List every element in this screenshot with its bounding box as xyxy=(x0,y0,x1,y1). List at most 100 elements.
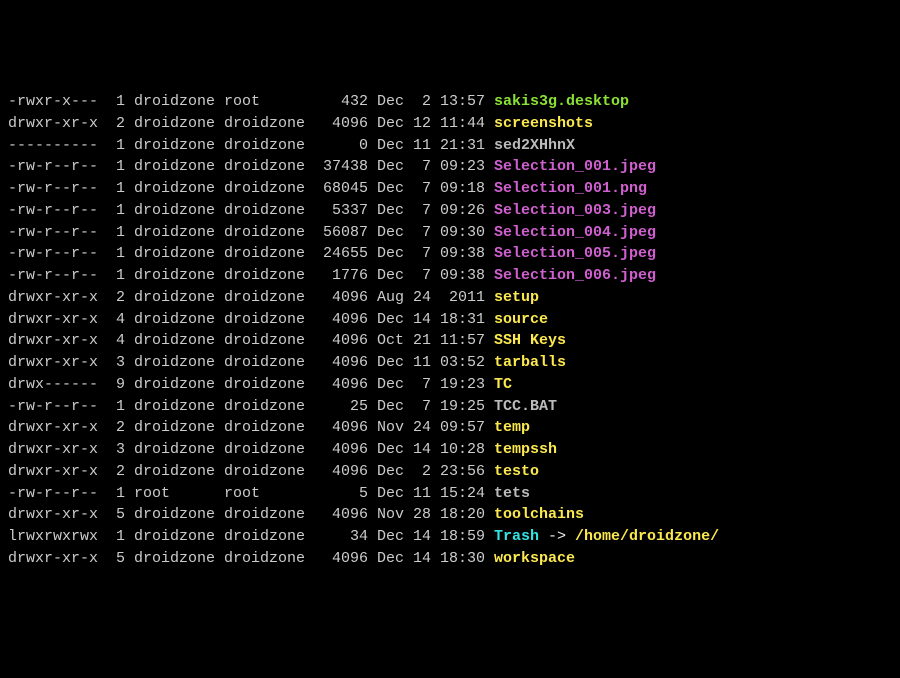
file-owner: droidzone xyxy=(125,222,215,244)
file-date-day: 21 xyxy=(404,330,431,352)
file-date-month: Dec xyxy=(368,461,404,483)
file-date-day: 11 xyxy=(404,135,431,157)
file-owner: root xyxy=(125,483,215,505)
ls-row: drwxr-xr-x 5 droidzone droidzone 4096 De… xyxy=(8,548,892,570)
file-group: droidzone xyxy=(215,309,305,331)
file-date-day: 14 xyxy=(404,439,431,461)
file-size: 34 xyxy=(305,526,368,548)
file-name: SSH Keys xyxy=(494,332,566,349)
file-date-time: 15:24 xyxy=(431,483,485,505)
ls-row: -rw-r--r-- 1 droidzone droidzone 24655 D… xyxy=(8,243,892,265)
file-group: droidzone xyxy=(215,113,305,135)
file-size: 4096 xyxy=(305,309,368,331)
file-date-day: 11 xyxy=(404,483,431,505)
link-count: 1 xyxy=(98,222,125,244)
file-size: 37438 xyxy=(305,156,368,178)
link-count: 1 xyxy=(98,483,125,505)
file-owner: droidzone xyxy=(125,156,215,178)
file-group: droidzone xyxy=(215,243,305,265)
file-owner: droidzone xyxy=(125,417,215,439)
file-owner: droidzone xyxy=(125,396,215,418)
link-count: 1 xyxy=(98,200,125,222)
ls-row: drwxr-xr-x 2 droidzone droidzone 4096 Au… xyxy=(8,287,892,309)
link-count: 4 xyxy=(98,309,125,331)
ls-row: -rw-r--r-- 1 root root 5 Dec 11 15:24 te… xyxy=(8,483,892,505)
file-permissions: -rw-r--r-- xyxy=(8,222,98,244)
ls-row: -rwxr-x--- 1 droidzone root 432 Dec 2 13… xyxy=(8,91,892,113)
file-name: Trash xyxy=(494,528,539,545)
file-group: droidzone xyxy=(215,548,305,570)
file-owner: droidzone xyxy=(125,200,215,222)
file-owner: droidzone xyxy=(125,526,215,548)
file-group: root xyxy=(215,483,305,505)
file-size: 25 xyxy=(305,396,368,418)
link-count: 1 xyxy=(98,91,125,113)
file-permissions: drwxr-xr-x xyxy=(8,330,98,352)
file-permissions: drwxr-xr-x xyxy=(8,504,98,526)
file-group: root xyxy=(215,91,305,113)
file-permissions: -rw-r--r-- xyxy=(8,156,98,178)
file-date-month: Dec xyxy=(368,309,404,331)
file-date-time: 09:26 xyxy=(431,200,485,222)
file-group: droidzone xyxy=(215,439,305,461)
file-size: 4096 xyxy=(305,113,368,135)
ls-row: drwxr-xr-x 4 droidzone droidzone 4096 De… xyxy=(8,309,892,331)
file-permissions: drwxr-xr-x xyxy=(8,287,98,309)
file-date-month: Dec xyxy=(368,156,404,178)
file-name: toolchains xyxy=(494,506,584,523)
file-date-time: 11:57 xyxy=(431,330,485,352)
link-count: 1 xyxy=(98,135,125,157)
file-date-day: 28 xyxy=(404,504,431,526)
file-date-month: Nov xyxy=(368,417,404,439)
ls-row: -rw-r--r-- 1 droidzone droidzone 68045 D… xyxy=(8,178,892,200)
file-date-month: Oct xyxy=(368,330,404,352)
file-date-time: 03:52 xyxy=(431,352,485,374)
ls-row: drwxr-xr-x 5 droidzone droidzone 4096 No… xyxy=(8,504,892,526)
file-permissions: ---------- xyxy=(8,135,98,157)
file-name: setup xyxy=(494,289,539,306)
file-group: droidzone xyxy=(215,461,305,483)
file-date-month: Dec xyxy=(368,526,404,548)
file-date-day: 14 xyxy=(404,548,431,570)
file-group: droidzone xyxy=(215,156,305,178)
file-size: 0 xyxy=(305,135,368,157)
file-size: 4096 xyxy=(305,439,368,461)
symlink-target: /home/droidzone/ xyxy=(575,528,719,545)
link-count: 1 xyxy=(98,396,125,418)
file-size: 24655 xyxy=(305,243,368,265)
file-date-time: 09:30 xyxy=(431,222,485,244)
file-date-month: Dec xyxy=(368,113,404,135)
ls-row: ---------- 1 droidzone droidzone 0 Dec 1… xyxy=(8,135,892,157)
file-size: 4096 xyxy=(305,352,368,374)
ls-row: drwxr-xr-x 3 droidzone droidzone 4096 De… xyxy=(8,439,892,461)
file-date-time: 19:25 xyxy=(431,396,485,418)
ls-row: drwxr-xr-x 2 droidzone droidzone 4096 De… xyxy=(8,113,892,135)
ls-row: drwx------ 9 droidzone droidzone 4096 De… xyxy=(8,374,892,396)
file-size: 4096 xyxy=(305,548,368,570)
file-date-time: 09:38 xyxy=(431,243,485,265)
file-date-month: Dec xyxy=(368,396,404,418)
file-date-month: Dec xyxy=(368,222,404,244)
ls-row: -rw-r--r-- 1 droidzone droidzone 56087 D… xyxy=(8,222,892,244)
file-date-time: 10:28 xyxy=(431,439,485,461)
file-name: source xyxy=(494,311,548,328)
file-date-time: 23:56 xyxy=(431,461,485,483)
file-date-day: 14 xyxy=(404,526,431,548)
file-group: droidzone xyxy=(215,396,305,418)
file-size: 56087 xyxy=(305,222,368,244)
file-date-time: 09:18 xyxy=(431,178,485,200)
file-group: droidzone xyxy=(215,265,305,287)
file-date-day: 7 xyxy=(404,200,431,222)
file-owner: droidzone xyxy=(125,461,215,483)
file-name: Selection_001.png xyxy=(494,180,647,197)
file-date-day: 7 xyxy=(404,243,431,265)
symlink-arrow: -> xyxy=(539,528,575,545)
file-date-day: 2 xyxy=(404,461,431,483)
file-size: 4096 xyxy=(305,287,368,309)
file-date-month: Dec xyxy=(368,243,404,265)
link-count: 2 xyxy=(98,461,125,483)
file-owner: droidzone xyxy=(125,504,215,526)
file-date-time: 2011 xyxy=(431,287,485,309)
file-owner: droidzone xyxy=(125,439,215,461)
file-date-day: 12 xyxy=(404,113,431,135)
